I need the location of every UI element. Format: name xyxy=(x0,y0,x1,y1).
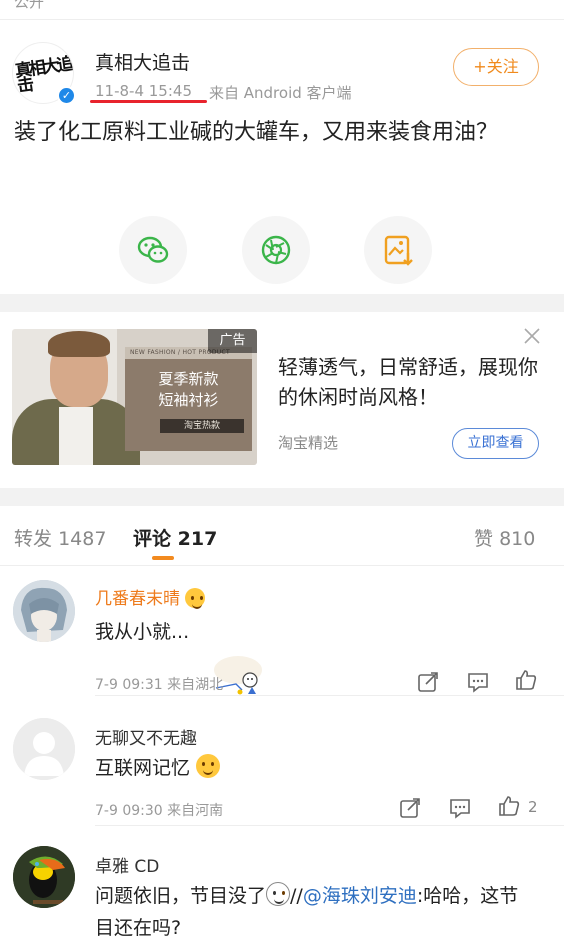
ad-text: 轻薄透气，日常舒适，展现你的休闲时尚风格！ xyxy=(278,355,538,409)
share-wechat-button[interactable] xyxy=(119,216,187,284)
reply-icon[interactable] xyxy=(448,796,472,820)
repost-icon[interactable] xyxy=(398,796,422,820)
commenter-avatar[interactable] xyxy=(13,718,75,780)
tab-comments[interactable]: 评论 217 xyxy=(133,524,217,551)
commenter-avatar[interactable] xyxy=(13,846,75,908)
ad-view-button[interactable]: 立即查看 xyxy=(452,428,539,459)
save-image-icon xyxy=(384,235,413,266)
comment-meta: 7-9 09:30 来自河南 xyxy=(95,803,224,819)
ad-image-title: 夏季新款 短袖衬衫 xyxy=(158,370,219,409)
comment-text: 互联网记忆 xyxy=(95,752,221,784)
comment-item: 无聊又不无趣 互联网记忆 7-9 09:30 来自河南 2 xyxy=(0,696,564,826)
save-image-button[interactable] xyxy=(364,216,432,284)
commenter-name[interactable]: 几番春末晴 xyxy=(95,584,206,609)
top-strip: 公开 xyxy=(0,0,564,20)
commenter-name[interactable]: 无聊又不无趣 xyxy=(95,724,197,749)
moments-icon xyxy=(261,235,291,265)
comment-item: 卓雅 CD 问题依旧，节目没了//@海珠刘安迪:哈哈，这节目还在吗? xyxy=(0,826,564,951)
comment-text: 我从小就... xyxy=(95,621,190,643)
share-row xyxy=(0,216,564,286)
tab-repost[interactable]: 转发 1487 xyxy=(14,524,106,551)
comments-section: 转发 1487 评论 217 赞 810 几番春末晴 我从小就... 7-9 0… xyxy=(0,506,564,951)
post-source: 来自 Android 客户端 xyxy=(209,84,352,102)
grin-emoji-icon xyxy=(196,754,221,778)
tab-likes[interactable]: 赞 810 xyxy=(474,524,535,551)
share-moments-button[interactable] xyxy=(242,216,310,284)
author-name[interactable]: 真相大追击 xyxy=(95,48,190,75)
like-icon[interactable] xyxy=(514,668,538,692)
visibility-label: 公开 xyxy=(14,0,45,11)
close-icon[interactable] xyxy=(522,326,542,346)
like-icon[interactable] xyxy=(497,794,521,818)
ad-source: 淘宝精选 xyxy=(278,434,339,452)
follow-button[interactable]: +关注 xyxy=(453,48,539,86)
reply-icon[interactable] xyxy=(466,670,490,694)
like-count: 2 xyxy=(528,798,538,816)
comment-meta: 7-9 09:31 来自湖北 xyxy=(95,677,224,693)
ad-badge: 广告 xyxy=(208,329,257,353)
post-time: 11-8-4 15:45 xyxy=(95,82,192,100)
ad-card[interactable]: NEW FASHION / HOT PRODUCT 夏季新款 短袖衬衫 淘宝热款… xyxy=(0,312,564,488)
commenter-avatar[interactable] xyxy=(13,580,75,642)
ad-image-tag: 淘宝热款 xyxy=(160,419,244,433)
post-text: 装了化工原料工业碱的大罐车，又用来装食用油？ xyxy=(14,120,499,145)
mention-link[interactable]: @海珠刘安迪 xyxy=(303,885,417,907)
active-tab-indicator xyxy=(152,556,174,560)
comment-text: 问题依旧，节目没了//@海珠刘安迪:哈哈，这节目还在吗? xyxy=(95,880,535,944)
shocked-emoji-icon xyxy=(266,882,291,906)
commenter-name[interactable]: 卓雅 CD xyxy=(95,852,159,877)
crown-badge-icon xyxy=(185,588,206,609)
wechat-icon xyxy=(137,236,169,263)
repost-icon[interactable] xyxy=(416,670,440,694)
comment-item: 几番春末晴 我从小就... 7-9 09:31 来自湖北 xyxy=(0,566,564,696)
time-underline-mark xyxy=(90,100,207,103)
post-card: 真相大追击 ✓ 真相大追击 11-8-4 15:45 来自 Android 客户… xyxy=(0,20,564,294)
verified-icon: ✓ xyxy=(57,86,76,105)
